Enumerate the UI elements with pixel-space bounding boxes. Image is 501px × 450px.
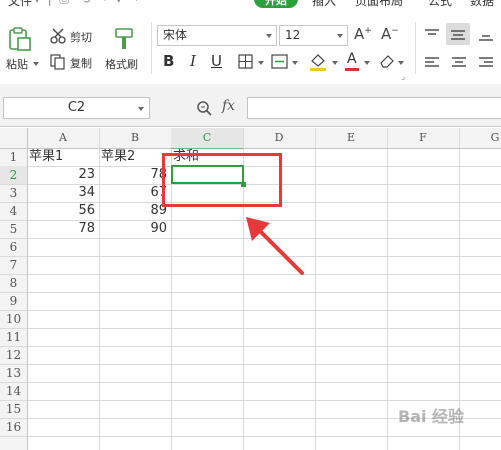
row-header[interactable]: 13 [0,364,27,382]
align-middle-icon[interactable] [446,23,470,45]
cell-a4[interactable]: 56 [27,202,99,220]
zoom-icon[interactable] [196,100,212,116]
row-header[interactable]: 9 [0,292,27,310]
row-header[interactable]: 6 [0,238,27,256]
row-header[interactable]: 1 [0,148,27,166]
cell-a3[interactable]: 34 [27,184,99,202]
eraser-icon[interactable] [379,53,395,69]
format-painter-icon[interactable] [113,27,135,51]
underline-icon[interactable]: U [211,52,222,70]
font-dialog-launcher-icon[interactable]: ⌟ [401,72,405,82]
column-header-b[interactable]: B [99,128,171,148]
column-header-e[interactable]: E [315,128,387,148]
cell-a5[interactable]: 78 [27,220,99,238]
row-header[interactable]: 15 [0,400,27,418]
fill-color-icon[interactable] [308,52,328,72]
name-box-value: C2 [67,100,86,115]
chevron-down-icon[interactable] [364,61,370,65]
tab-data[interactable]: 数据 [470,0,494,9]
cell-b1[interactable]: 苹果2 [101,148,171,166]
cell-a1[interactable]: 苹果1 [29,148,99,166]
row-header[interactable]: 14 [0,382,27,400]
ribbon-quick-icons: ▾ | ⎙ ⟲ ↶ ▾ ↷ [34,0,139,7]
row-header[interactable]: 5 [0,220,27,238]
cell-b3[interactable]: 67 [99,184,171,202]
column-header-f[interactable]: F [387,128,459,148]
paste-button[interactable]: 粘贴 [6,56,28,72]
chevron-down-icon [138,107,144,111]
align-right-icon[interactable] [478,55,494,69]
bold-icon[interactable]: B [163,52,174,70]
row-header[interactable]: 3 [0,184,27,202]
column-header-c[interactable]: C [171,128,243,148]
font-size-select[interactable]: 12 [279,25,348,46]
format-painter-button[interactable]: 格式刷 [105,56,138,72]
font-name-select[interactable]: 宋体 [157,25,277,46]
formula-value [248,102,252,117]
scissors-icon[interactable] [50,28,66,44]
merge-cells-icon[interactable] [271,54,288,69]
tab-insert[interactable]: 插入 [312,0,336,9]
watermark: Bai 经验 [398,407,465,426]
chevron-down-icon[interactable] [292,61,298,65]
decrease-font-icon[interactable]: A− [381,25,399,43]
row-header[interactable]: 4 [0,202,27,220]
copy-icon[interactable] [50,54,66,70]
chevron-down-icon[interactable] [332,61,338,65]
fx-icon[interactable]: fx [222,98,235,114]
ribbon-divider [415,22,416,74]
cell-a2[interactable]: 23 [27,166,99,184]
ribbon: 文件 ▾ | ⎙ ⟲ ↶ ▾ ↷ 开始 插入 页面布局 公式 数据 粘贴 剪切 … [0,0,501,85]
name-box[interactable]: C2 [3,97,150,119]
font-color-icon[interactable]: A [344,51,360,72]
row-header[interactable]: 2 [0,166,27,184]
tab-page-layout[interactable]: 页面布局 [355,0,403,9]
chevron-down-icon [337,34,343,38]
column-header-d[interactable]: D [243,128,315,148]
align-top-icon[interactable] [424,27,440,41]
cell-b5[interactable]: 90 [99,220,171,238]
tab-home[interactable]: 开始 [254,0,298,8]
paste-dropdown-icon[interactable] [33,62,39,66]
cut-button[interactable]: 剪切 [70,29,92,45]
align-left-icon[interactable] [424,55,440,69]
chevron-down-icon[interactable] [258,61,264,65]
row-header[interactable]: 7 [0,256,27,274]
font-size-value: 12 [285,28,301,42]
align-center-icon[interactable] [451,55,467,69]
font-name-value: 宋体 [163,28,188,42]
align-bottom-icon[interactable] [478,27,494,41]
row-header[interactable]: 8 [0,274,27,292]
row-header[interactable]: 12 [0,346,27,364]
ribbon-divider [151,22,152,74]
chevron-down-icon [266,34,272,38]
italic-icon[interactable]: I [190,52,196,70]
cell-b4[interactable]: 89 [99,202,171,220]
tab-file[interactable]: 文件 [8,0,32,9]
chevron-down-icon[interactable] [398,61,404,65]
formula-input[interactable] [247,97,501,119]
row-header[interactable]: 11 [0,328,27,346]
paste-icon[interactable] [7,27,33,51]
copy-button[interactable]: 复制 [70,55,92,71]
annotation-box [162,153,282,207]
column-header-a[interactable]: A [27,128,99,148]
annotation-arrow-icon [246,217,304,275]
row-header[interactable]: 10 [0,310,27,328]
cell-b2[interactable]: 78 [99,166,171,184]
tab-formulas[interactable]: 公式 [428,0,452,9]
increase-font-icon[interactable]: A+ [354,25,372,43]
spreadsheet-grid[interactable]: A B C D E F G 1 2 3 4 5 6 7 8 9 10 11 12… [0,128,501,450]
column-header-g[interactable]: G [459,128,501,148]
row-header[interactable]: 16 [0,418,27,436]
borders-icon[interactable] [238,54,253,69]
